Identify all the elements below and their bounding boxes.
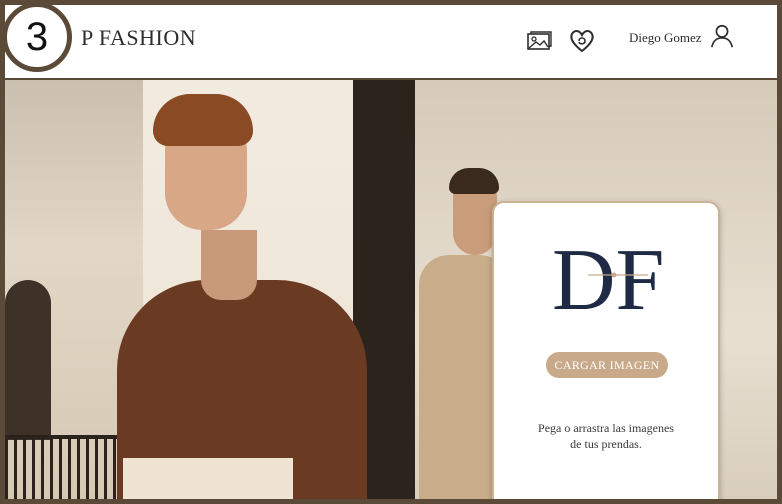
user-icon[interactable]: [708, 22, 736, 50]
model-1-hair: [153, 94, 253, 146]
upload-hint-line-1: Pega o arrastra las imagenes: [538, 421, 674, 435]
user-name[interactable]: Diego Gomez: [629, 30, 702, 46]
upload-hint: Pega o arrastra las imagenes de tus pren…: [508, 420, 704, 452]
logo-dot: [611, 272, 617, 278]
app-frame: P FASHION Diego Gomez DF CARGAR IMAGEN P…: [0, 0, 782, 504]
brand-logo: DF: [552, 237, 665, 315]
upload-hint-line-2: de tus prendas.: [570, 437, 642, 451]
model-1-neck: [201, 230, 257, 300]
model-2-hair: [449, 168, 499, 194]
model-1-pants: [123, 458, 293, 499]
heart-icon[interactable]: [568, 27, 596, 55]
brand-title: P FASHION: [81, 25, 197, 50]
hero-photo: DF CARGAR IMAGEN Pega o arrastra las ima…: [5, 80, 777, 499]
upload-card[interactable]: DF CARGAR IMAGEN Pega o arrastra las ima…: [492, 201, 720, 499]
header: P FASHION Diego Gomez: [5, 5, 777, 80]
logo-text: DF: [552, 237, 665, 315]
hero-fence: [5, 435, 135, 499]
gallery-icon[interactable]: [525, 27, 553, 55]
hero-arch: [5, 280, 51, 440]
step-badge: 3: [2, 2, 72, 72]
upload-image-button[interactable]: CARGAR IMAGEN: [546, 352, 668, 378]
